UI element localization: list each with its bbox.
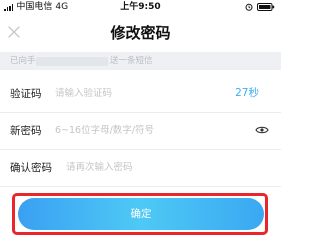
verification-code-input[interactable] [55,86,215,100]
phone-number-mask [36,57,108,66]
notice-suffix: 送一条短信 [110,56,153,66]
resend-countdown: 27秒 [235,87,259,99]
verification-code-label: 验证码 [10,88,42,100]
confirm-button[interactable]: 确定 [18,198,264,230]
status-time: 上午9:50 [120,2,161,12]
confirm-password-input[interactable] [66,160,256,174]
battery-icon [257,3,275,11]
verification-code-row: 验证码 27秒 [0,76,281,113]
status-right [245,3,275,11]
confirm-password-label: 确认密码 [10,162,52,174]
eye-icon[interactable] [255,125,269,135]
header: 修改密码 [0,14,281,52]
page-title: 修改密码 [110,24,171,42]
sms-notice: 已向手 送一条短信 [0,52,281,70]
new-password-row: 新密码 [0,113,281,150]
new-password-label: 新密码 [10,125,42,137]
alarm-icon [245,3,253,11]
confirm-password-row: 确认密码 [0,150,281,187]
status-bar: 中国电信 4G 上午9:50 [0,0,281,14]
new-password-input[interactable] [55,123,245,137]
notice-prefix: 已向手 [10,56,36,66]
